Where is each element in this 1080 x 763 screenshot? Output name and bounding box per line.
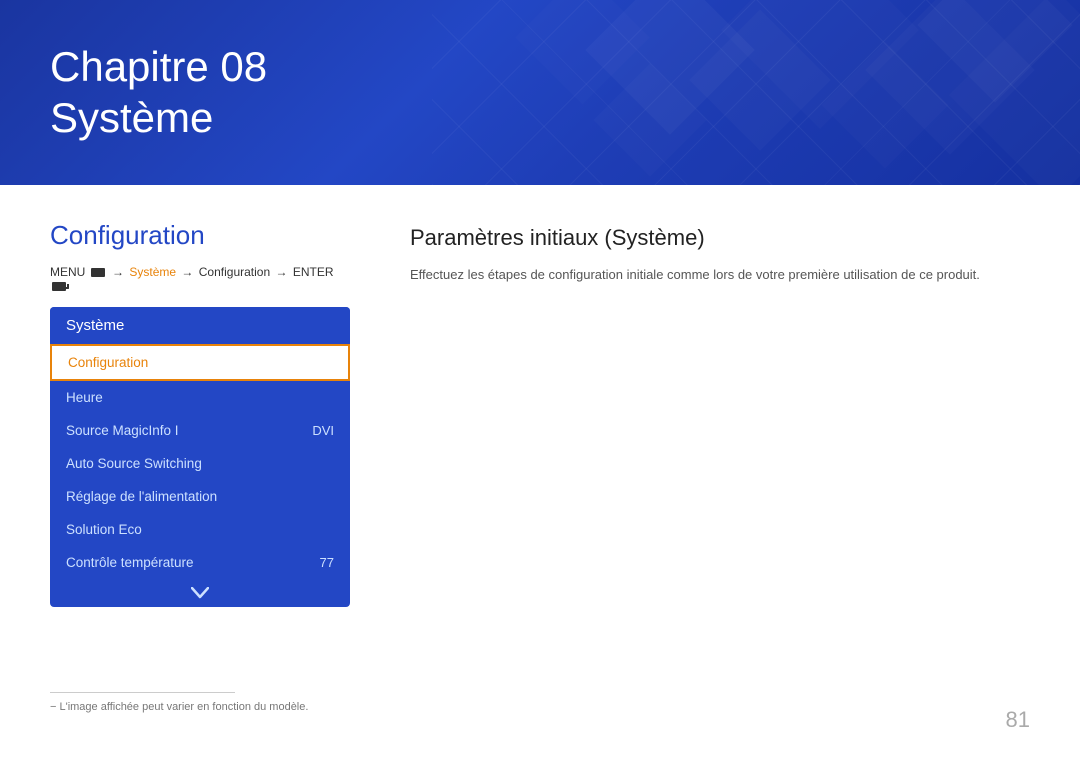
menu-box: Système Configuration Heure Source Magic… [50,307,350,607]
breadcrumb-enter: ENTER [293,265,334,279]
right-column: Paramètres initiaux (Système) Effectuez … [410,220,1030,607]
breadcrumb-arrow3: → [275,265,290,279]
menu-chevron-down[interactable] [50,579,350,607]
menu-item-label: Auto Source Switching [66,456,202,471]
diamond-decoration [530,0,1080,185]
breadcrumb-configuration: Configuration [199,265,270,279]
breadcrumb-menu: MENU [50,265,85,279]
menu-header: Système [50,307,350,344]
section-title: Configuration [50,220,350,251]
menu-item-label: Heure [66,390,103,405]
page-number: 81 [1006,707,1030,733]
menu-item-label: Solution Eco [66,522,142,537]
menu-item-source-magicinfo[interactable]: Source MagicInfo I DVI [50,414,350,447]
menu-item-auto-source[interactable]: Auto Source Switching [50,447,350,480]
menu-item-label: Configuration [68,355,148,370]
menu-item-value: 77 [320,555,334,570]
menu-item-value: DVI [312,423,334,438]
menu-item-controle-temperature[interactable]: Contrôle température 77 [50,546,350,579]
menu-item-heure[interactable]: Heure [50,381,350,414]
breadcrumb-arrow2: → [181,265,196,279]
breadcrumb-arrow1: → [112,265,127,279]
menu-item-label: Réglage de l'alimentation [66,489,217,504]
menu-item-label: Source MagicInfo I [66,423,179,438]
menu-item-label: Contrôle température [66,555,194,570]
menu-item-configuration[interactable]: Configuration [50,344,350,381]
breadcrumb: MENU → Système → Configuration → ENTER [50,265,350,293]
footer-divider [50,692,235,693]
content-description: Effectuez les étapes de configuration in… [410,265,1030,286]
main-content: Configuration MENU → Système → Configura… [0,185,1080,637]
header-title: Chapitre 08 Système [50,42,267,143]
header-banner: Chapitre 08 Système [0,0,1080,185]
menu-item-solution-eco[interactable]: Solution Eco [50,513,350,546]
footer-note: − L'image affichée peut varier en foncti… [50,692,1030,713]
breadcrumb-systeme: Système [129,265,176,279]
footer-text: − L'image affichée peut varier en foncti… [50,701,1030,713]
content-title: Paramètres initiaux (Système) [410,225,1030,251]
left-column: Configuration MENU → Système → Configura… [50,220,350,607]
menu-item-reglage-alimentation[interactable]: Réglage de l'alimentation [50,480,350,513]
